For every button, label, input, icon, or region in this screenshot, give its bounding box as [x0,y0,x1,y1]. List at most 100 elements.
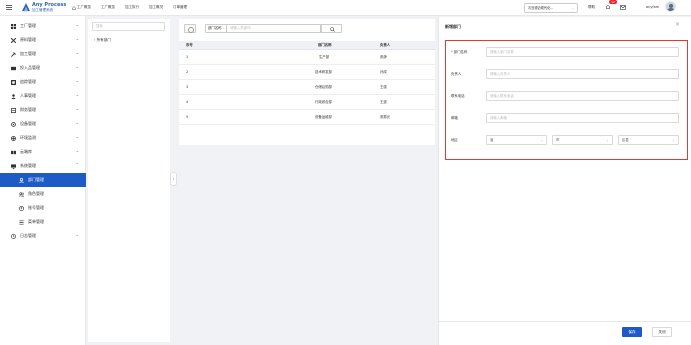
sidebar-item-label: 原料管理 [20,37,36,42]
chevron-down-icon: ⌄ [75,232,79,237]
sidebar-item-label: 加工管理 [20,51,36,56]
avatar[interactable] [665,1,676,12]
sidebar-item-system[interactable]: 系统管理 ⌃ [0,159,86,173]
sidebar-item-trace[interactable]: 追踪管理 ⌄ [0,75,86,89]
department-table: 序号 部门名称 负责人 1 生产部 张静 2 技术研发部 孙成 3 仓储后勤部 … [179,41,435,125]
mail-icon[interactable] [620,5,626,10]
search-field-select[interactable]: 部门名称 ⌄ [205,24,227,33]
hamburger-menu-icon[interactable] [6,5,12,10]
sidebar-item-cloud-library[interactable]: 云端库 ⌄ [0,145,86,159]
factory-select[interactable]: 青岛德迈现代化... ⌄ [524,3,578,13]
hammer-icon [10,51,17,58]
province-select[interactable]: 省 ⌄ [486,135,547,145]
sidebar-item-label: 人事管理 [20,93,36,98]
email-input[interactable]: 请输入邮箱 [486,113,679,123]
sidebar-item-role[interactable]: 角色管理 [0,187,86,201]
username[interactable]: anyfam [646,5,659,9]
nav-label: 工厂概览 [77,5,91,9]
account-icon [18,205,25,212]
cell-leader: 王波 [371,94,435,110]
chevron-down-icon: ⌄ [540,138,543,142]
table-row[interactable]: 1 生产部 张静 [179,49,435,65]
input-icon [10,65,17,72]
close-icon[interactable]: × [675,21,680,29]
leader-input[interactable]: 请输入负责人 [486,69,679,79]
field-label-text: 部门名称 [453,50,468,54]
field-label-department-name: * 部门名称 [451,49,467,54]
department-form: * 部门名称 请输入部门名称 负责人 请输入负责人 联系电话 请输入联系电话 邮… [445,40,688,160]
column-header-index: 序号 [179,41,253,50]
department-tree-panel: 搜索 › 所有部门 [88,19,170,342]
tree-search-input[interactable]: 搜索 [92,22,165,31]
sidebar-item-department[interactable]: 部门管理 [0,173,86,187]
table-row[interactable]: 2 技术研发部 孙成 [179,64,435,80]
district-select-value: 区县 [622,138,629,142]
sidebar-item-environment[interactable]: 环境监测 ⌄ [0,131,86,145]
trace-icon [10,79,17,86]
sidebar-item-factory[interactable]: 工厂管理 ⌄ [0,19,86,33]
sidebar-item-label: 日志管理 [20,233,36,238]
list-toolbar: 部门名称 ⌄ 请输入关键词 [179,24,435,34]
role-icon [18,191,25,198]
nav-home[interactable]: 工厂概览 [72,5,91,10]
form-row-email: 邮箱 请输入邮箱 [446,113,689,123]
help-link[interactable]: 帮助 [588,5,595,10]
province-select-value: 省 [490,138,494,142]
sidebar-item-material[interactable]: 原料管理 ⌄ [0,33,86,47]
cell-name: 行政综合部 [253,94,371,110]
keyword-input[interactable]: 请输入关键词 [226,24,321,33]
collapse-panel-button[interactable]: ‹ [170,172,177,186]
sidebar-item-finance[interactable]: 财务管理 ⌄ [0,103,86,117]
monitor-icon [10,163,17,170]
settings-button[interactable] [184,24,196,33]
search-field-value: 部门名称 [208,26,222,30]
bell-icon[interactable] [605,4,611,10]
department-name-input[interactable]: 请输入部门名称 [486,47,679,57]
cloud-library-icon [10,149,17,156]
sidebar-item-equipment[interactable]: 设备管理 ⌄ [0,117,86,131]
notification-badge: 12 [609,0,617,4]
column-header-leader: 负责人 [371,41,435,50]
drawer-footer: 保存 关闭 [439,321,691,345]
nav-factory-overview[interactable]: 工厂概览 [101,5,115,10]
table-row[interactable]: 4 行政综合部 王波 [179,94,435,110]
department-list-panel: 部门名称 ⌄ 请输入关键词 序号 部门名称 负责人 1 生产部 张静 2 技术研… [179,19,435,145]
nav-order-management[interactable]: 订单管理 [173,5,187,10]
person-icon [10,93,17,100]
sidebar-item-label: 角色管理 [28,191,44,196]
logo-mark-icon [22,3,30,12]
chevron-right-icon[interactable]: › [94,38,95,42]
sidebar-item-inputs[interactable]: 投入品管理 ⌄ [0,61,86,75]
sidebar-item-label: 投入品管理 [20,65,40,70]
sidebar-item-menu[interactable]: 菜单管理 [0,215,86,229]
tree-node-all-departments[interactable]: › 所有部门 [94,38,111,43]
cell-index: 5 [179,109,253,125]
log-icon [10,233,17,240]
cell-index: 4 [179,94,253,110]
nav-processing-overview[interactable]: 加工概况 [149,5,163,10]
district-select[interactable]: 区县 ⌄ [618,135,679,145]
search-button[interactable] [321,24,342,33]
field-label-leader: 负责人 [451,72,462,76]
chevron-up-icon: ⌃ [75,162,79,167]
cell-index: 3 [179,79,253,95]
factory-select-value: 青岛德迈现代化... [528,6,554,10]
city-select[interactable]: 市 ⌄ [552,135,613,145]
nav-processing-execution[interactable]: 加工执行 [125,5,139,10]
close-button[interactable]: 关闭 [652,327,672,337]
table-row[interactable]: 5 设备运维部 张振元 [179,109,435,125]
sidebar-item-hr[interactable]: 人事管理 ⌄ [0,89,86,103]
form-row-leader: 负责人 请输入负责人 [446,69,689,79]
phone-input[interactable]: 请输入联系电话 [486,91,679,101]
save-button[interactable]: 保存 [622,327,642,337]
field-label-email: 邮箱 [451,116,458,120]
sidebar-item-label: 账号管理 [28,205,44,210]
field-label-region: 地区 [451,138,458,142]
cell-name: 仓储后勤部 [253,79,371,95]
logo-subtitle: 加工管理系统 [32,8,53,12]
sidebar-item-processing[interactable]: 加工管理 ⌄ [0,47,86,61]
sidebar-item-account[interactable]: 账号管理 [0,201,86,215]
table-row[interactable]: 3 仓储后勤部 王强 [179,79,435,95]
sidebar-item-log[interactable]: 日志管理 ⌄ [0,229,86,243]
top-nav: 工厂概览 工厂概览 加工执行 加工概况 订单管理 [72,5,197,10]
